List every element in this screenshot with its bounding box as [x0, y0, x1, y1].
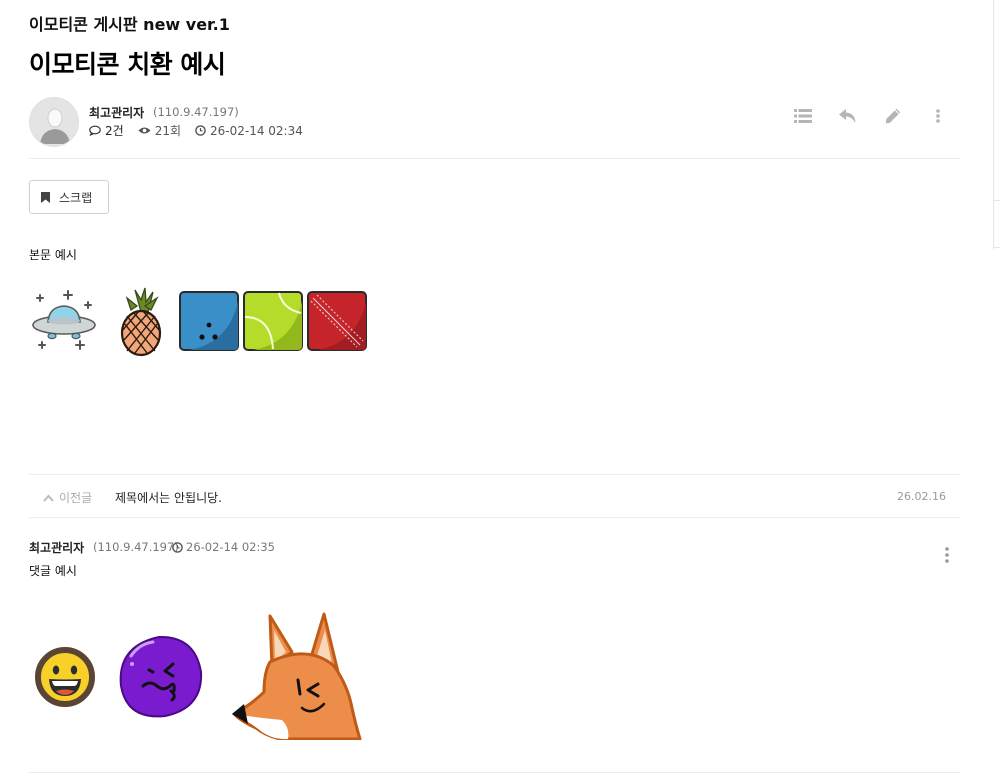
- avatar-placeholder-icon: [30, 98, 78, 146]
- more-vertical-icon: [945, 547, 949, 563]
- list-icon: [794, 109, 812, 123]
- laughing-face-emoticon: [34, 646, 96, 712]
- author-avatar[interactable]: [29, 97, 79, 147]
- comment-datetime-label: 26-02-14 02:35: [186, 540, 275, 554]
- prev-post-date: 26.02.16: [897, 490, 946, 503]
- comment-count-label: 2건: [105, 124, 124, 138]
- scrap-label: 스크랩: [59, 190, 93, 205]
- more-button[interactable]: [928, 106, 948, 126]
- comment-more-button[interactable]: [941, 546, 953, 564]
- comment-text: 댓글 예시: [29, 564, 77, 578]
- prev-post-label[interactable]: 이전글: [43, 489, 92, 506]
- edit-icon: [885, 108, 901, 124]
- blue-dice-emoticon: [179, 291, 239, 355]
- clock-icon: [172, 541, 183, 553]
- view-count: 21회: [138, 122, 181, 139]
- fox-emoticon: [230, 612, 362, 744]
- sidebar-edge: [993, 0, 1000, 250]
- prev-post-subject[interactable]: 제목에서는 안됩니당.: [115, 489, 222, 506]
- comment-divider: [29, 772, 960, 773]
- comment-author[interactable]: 최고관리자: [29, 539, 84, 556]
- comment-ip: (110.9.47.197): [93, 540, 179, 554]
- post-title: 이모티콘 치환 예시: [29, 50, 226, 79]
- view-count-label: 21회: [154, 124, 181, 138]
- scrap-button[interactable]: 스크랩: [29, 180, 109, 214]
- edit-button[interactable]: [883, 106, 903, 126]
- reply-button[interactable]: [838, 106, 858, 126]
- eye-icon: [138, 127, 151, 134]
- post-datetime: 26-02-14 02:34: [195, 124, 303, 138]
- header-divider: [29, 158, 960, 159]
- author-ip: (110.9.47.197): [153, 105, 239, 119]
- comment-datetime: 26-02-14 02:35: [172, 540, 275, 554]
- post-body-text: 본문 예시: [29, 248, 77, 262]
- post-datetime-label: 26-02-14 02:34: [210, 123, 303, 138]
- clock-icon: [195, 125, 206, 136]
- nav-divider-bottom: [29, 517, 960, 518]
- bookmark-icon: [41, 191, 50, 203]
- chevron-up-icon: [43, 494, 54, 502]
- comment-icon: [89, 125, 101, 136]
- more-vertical-icon: [936, 109, 940, 123]
- list-button[interactable]: [793, 106, 813, 126]
- ufo-emoticon: [30, 288, 98, 360]
- sidebar-notch: [994, 200, 1000, 248]
- pineapple-emoticon: [117, 286, 165, 362]
- author-name[interactable]: 최고관리자: [89, 104, 144, 121]
- tennis-ball-emoticon: [243, 291, 303, 355]
- board-title: 이모티콘 게시판 new ver.1: [29, 15, 230, 34]
- prev-post-label-text: 이전글: [59, 491, 93, 505]
- post-meta: 2건 21회 26-02-14 02:34: [89, 122, 317, 139]
- purple-blob-emoticon: [117, 634, 205, 724]
- prev-post-row[interactable]: 이전글 제목에서는 안됩니당. 26.02.16: [29, 475, 960, 518]
- comment-count: 2건: [89, 122, 124, 139]
- red-baseball-emoticon: [307, 291, 367, 355]
- reply-icon: [839, 108, 856, 123]
